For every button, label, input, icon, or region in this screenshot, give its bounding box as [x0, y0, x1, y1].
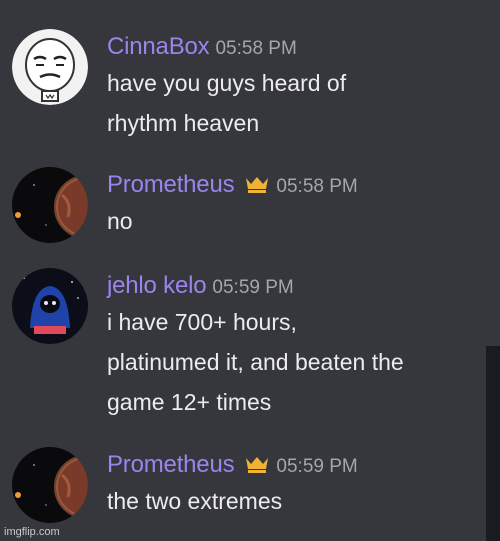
planet-avatar[interactable] [12, 167, 88, 243]
message-text: have you guys heard of rhythm heaven [107, 70, 347, 136]
message-text: i have 700+ hours, platinumed it, and be… [107, 309, 404, 415]
chat-message-list: CinnaBox 05:58 PM have you guys heard of… [0, 0, 500, 541]
planet-avatar-image [12, 167, 88, 243]
meme-face-avatar[interactable] [12, 29, 88, 105]
message-text: the two extremes [107, 488, 283, 514]
username[interactable]: CinnaBox [107, 33, 210, 61]
meme-face-avatar-image [12, 29, 88, 105]
crown-icon [244, 174, 270, 194]
scrollbar[interactable] [486, 346, 500, 541]
message-text: no [107, 208, 133, 234]
blue-hooded-character-avatar[interactable] [12, 268, 88, 344]
blue-hooded-character-avatar-image [12, 268, 88, 344]
username[interactable]: Prometheus [107, 451, 235, 479]
crown-icon [244, 454, 270, 474]
username[interactable]: jehlo kelo [107, 272, 207, 300]
planet-avatar[interactable] [12, 447, 88, 523]
timestamp: 05:58 PM [276, 176, 358, 197]
timestamp: 05:59 PM [212, 277, 294, 298]
timestamp: 05:58 PM [215, 38, 297, 59]
watermark: imgflip.com [4, 526, 60, 538]
username[interactable]: Prometheus [107, 171, 235, 199]
timestamp: 05:59 PM [276, 456, 358, 477]
planet-avatar-image [12, 447, 88, 523]
